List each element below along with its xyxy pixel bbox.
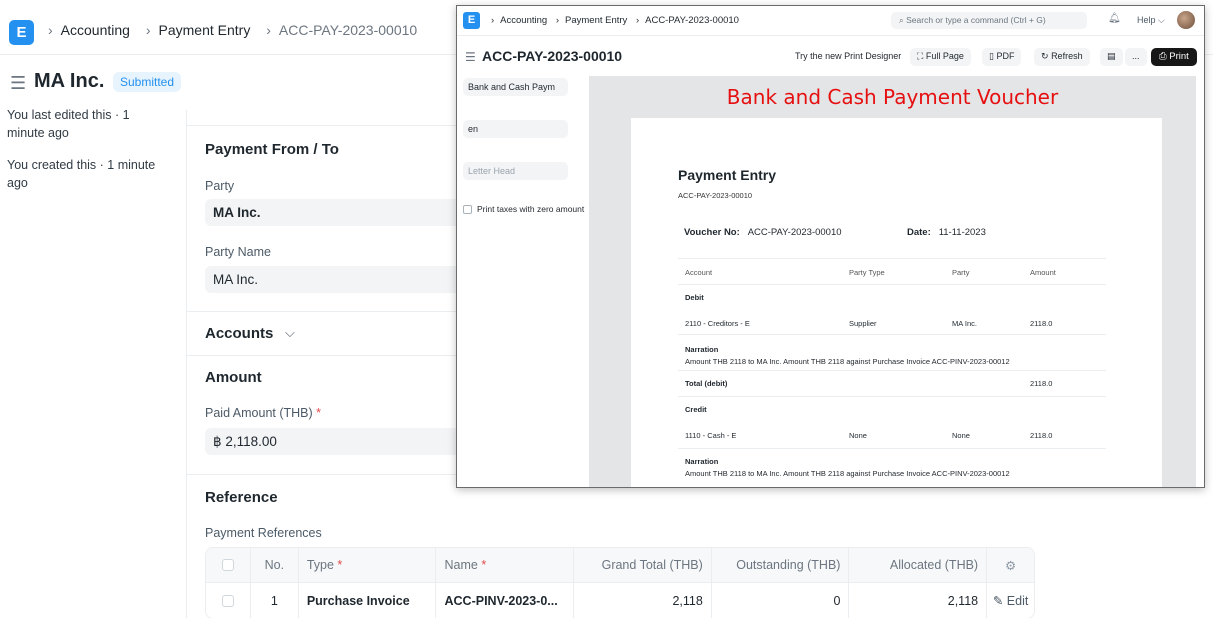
refresh-icon: ↻ [1041, 51, 1049, 61]
credit-row: 1110 - Cash - E None None 2118.0 [685, 431, 1053, 440]
letter-head-select[interactable]: Letter Head [463, 162, 568, 180]
printer-icon: ⎙ [1159, 51, 1167, 62]
breadcrumb: › Accounting › Payment Entry › ACC-PAY-2023… [48, 22, 418, 38]
section-title: Payment From / To [205, 141, 339, 158]
voucher-date: Date: 11-11-2023 [907, 227, 986, 238]
avatar[interactable] [1177, 11, 1195, 29]
voucher-number: Voucher No: ACC-PAY-2023-00010 [684, 227, 842, 238]
column-header: No. [251, 548, 299, 582]
row-name[interactable]: ACC-PINV-2023-0... [436, 583, 575, 618]
print-toolbar: ☰ ACC-PAY-2023-00010 Try the new Print D… [457, 42, 1204, 76]
column-header: Allocated (THB) [849, 548, 988, 582]
language-select[interactable]: en [463, 120, 568, 138]
window-navbar: E › Accounting › Payment Entry › ACC-PAY-20… [457, 6, 1204, 36]
row-outstanding[interactable]: 0 [712, 583, 850, 618]
row-checkbox[interactable] [206, 583, 251, 618]
pencil-icon: ✎ [992, 594, 1004, 608]
paid-amount-label: Paid Amount (THB) * [205, 406, 322, 420]
page-title: MA Inc. [34, 70, 105, 92]
breadcrumb-accounting[interactable]: Accounting [61, 22, 130, 38]
app-logo[interactable]: E [9, 20, 34, 45]
print-format-select[interactable]: Bank and Cash Paym [463, 78, 568, 96]
row-grand-total[interactable]: 2,118 [574, 583, 712, 618]
bell-icon[interactable]: 🔔︎ [1108, 13, 1121, 24]
section-title: Accounts [205, 325, 274, 342]
search-icon: ⌕ [899, 15, 904, 25]
narration-row: Narration Amount THB 2118 to MA Inc. Amo… [678, 448, 1106, 484]
full-page-button[interactable]: ⛶ Full Page [910, 48, 971, 66]
breadcrumb: › Accounting › Payment Entry › ACC-PAY-2023… [491, 15, 739, 26]
page-title: ACC-PAY-2023-00010 [482, 48, 623, 64]
print-preview-window: E › Accounting › Payment Entry › ACC-PAY-20… [456, 5, 1205, 488]
table-row[interactable]: 1 Purchase Invoice ACC-PINV-2023-0... 2,… [206, 583, 1034, 618]
gear-icon[interactable]: ⚙ [987, 548, 1034, 582]
refresh-button[interactable]: ↻ Refresh [1034, 48, 1090, 66]
timeline-sidebar: You last edited this · 1 minute ago You … [7, 106, 167, 206]
column-header: Outstanding (THB) [712, 548, 850, 582]
party-name-label: Party Name [205, 245, 271, 259]
page-header: ☰ MA Inc. Submitted [0, 62, 500, 102]
credit-label-row: Credit [678, 396, 1106, 420]
print-settings-sidebar: Bank and Cash Paym en Letter Head Print … [463, 78, 589, 214]
row-allocated[interactable]: 2,118 [849, 583, 988, 618]
paper-doc-number: ACC-PAY-2023-00010 [678, 191, 753, 200]
breadcrumb-current[interactable]: ACC-PAY-2023-00010 [279, 22, 417, 38]
section-title: Reference [205, 489, 278, 506]
total-debit-row: Total (debit) 2118.0 [678, 370, 1106, 396]
help-menu[interactable]: Help ⌵ [1137, 15, 1165, 26]
menu-icon[interactable]: ☰ [10, 74, 26, 92]
breadcrumb-payment-entry[interactable]: Payment Entry [159, 22, 251, 38]
settings-button[interactable]: ▤ [1100, 48, 1123, 66]
table-header: No. Type * Name * Grand Total (THB) Outs… [206, 548, 1034, 583]
debit-row: 2110 - Creditors - E Supplier MA Inc. 21… [685, 319, 1053, 328]
last-edited-text: You last edited this · 1 minute ago [7, 108, 130, 140]
row-number: 1 [251, 583, 299, 618]
app-logo[interactable]: E [463, 12, 480, 29]
row-edit-button[interactable]: ✎ Edit [987, 583, 1034, 618]
party-label: Party [205, 179, 235, 193]
table-header: Account Party Type Party Amount [678, 258, 1106, 284]
breadcrumb-accounting[interactable]: Accounting [500, 15, 547, 26]
column-header: Grand Total (THB) [574, 548, 712, 582]
status-badge: Submitted [113, 72, 182, 92]
column-header: Name * [436, 548, 575, 582]
payment-references-label: Payment References [205, 526, 322, 540]
file-icon: ▯ [989, 51, 994, 61]
voucher-title: Bank and Cash Payment Voucher [726, 85, 1059, 109]
voucher-table: Account Party Type Party Amount Debit 21… [678, 258, 1106, 484]
paper-heading: Payment Entry [678, 167, 777, 183]
section-title: Amount [205, 369, 262, 386]
expand-icon: ⛶ [917, 51, 924, 61]
chevron-down-icon[interactable]: ⌵ [285, 325, 295, 341]
narration-row: Narration Amount THB 2118 to MA Inc. Amo… [678, 334, 1106, 370]
row-type[interactable]: Purchase Invoice [299, 583, 437, 618]
zero-taxes-checkbox[interactable]: Print taxes with zero amount [463, 204, 589, 214]
print-preview-area: Bank and Cash Payment Voucher Payment En… [589, 76, 1196, 487]
breadcrumb-payment-entry[interactable]: Payment Entry [565, 15, 627, 26]
created-text: You created this · 1 minute ago [7, 158, 156, 190]
payment-references-table: No. Type * Name * Grand Total (THB) Outs… [205, 547, 1035, 618]
try-print-designer-link[interactable]: Try the new Print Designer [795, 51, 901, 61]
search-input[interactable]: ⌕ Search or type a command (Ctrl + G) [891, 12, 1087, 29]
pdf-button[interactable]: ▯ PDF [982, 48, 1022, 66]
doc-settings-icon: ▤ [1107, 51, 1116, 61]
breadcrumb-current[interactable]: ACC-PAY-2023-00010 [645, 15, 739, 26]
print-paper: Payment Entry ACC-PAY-2023-00010 Voucher… [631, 118, 1162, 487]
more-button[interactable]: ... [1125, 48, 1147, 66]
debit-label-row: Debit [678, 284, 1106, 308]
menu-icon[interactable]: ☰ [465, 50, 476, 64]
column-header: Type * [299, 548, 437, 582]
print-button[interactable]: ⎙ Print [1151, 48, 1197, 66]
select-all-checkbox[interactable] [206, 548, 251, 582]
